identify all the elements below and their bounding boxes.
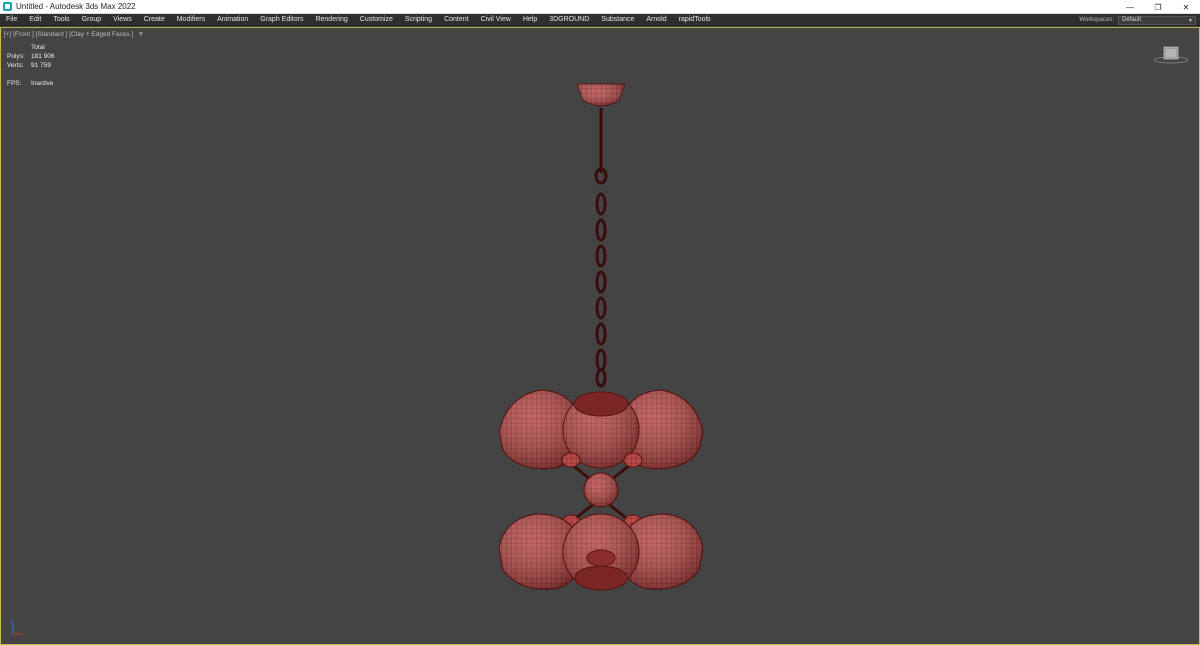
verts-value: 91 759	[31, 61, 51, 70]
app-logo-icon	[3, 2, 12, 11]
workspaces-control: Workspaces: Default ▼	[1079, 14, 1196, 26]
fps-value: Inactive	[31, 79, 53, 88]
viewport-label[interactable]: [+] [Front ] [Standard ] [Clay + Edged F…	[4, 31, 144, 38]
menu-help[interactable]: Help	[517, 14, 543, 26]
svg-text:z: z	[10, 619, 12, 624]
viewport-label-text: [+] [Front ] [Standard ] [Clay + Edged F…	[4, 31, 133, 38]
menu-3dground[interactable]: 3DGROUND	[543, 14, 595, 26]
chevron-down-icon: ▼	[1188, 18, 1193, 24]
front-viewport[interactable]: [+] [Front ] [Standard ] [Clay + Edged F…	[0, 27, 1200, 645]
menu-scripting[interactable]: Scripting	[399, 14, 438, 26]
restore-button[interactable]: ❐	[1144, 0, 1172, 14]
menu-bar: File Edit Tools Group Views Create Modif…	[0, 14, 1200, 26]
menu-rendering[interactable]: Rendering	[309, 14, 353, 26]
chandelier-model[interactable]	[481, 78, 731, 598]
stats-header: Total	[31, 43, 45, 52]
menu-create[interactable]: Create	[138, 14, 171, 26]
menu-graph-editors[interactable]: Graph Editors	[254, 14, 309, 26]
menu-animation[interactable]: Animation	[211, 14, 254, 26]
axis-tripod-icon: z x	[7, 618, 27, 638]
menu-content[interactable]: Content	[438, 14, 475, 26]
fps-label: FPS:	[7, 79, 31, 88]
verts-label: Verts:	[7, 61, 31, 70]
viewcube-icon[interactable]	[1153, 44, 1189, 64]
polys-value: 181 906	[31, 52, 55, 61]
menu-edit[interactable]: Edit	[23, 14, 47, 26]
filter-icon[interactable]: ▼	[137, 31, 144, 38]
app-window: Untitled - Autodesk 3ds Max 2022 — ❐ ✕ F…	[0, 0, 1200, 645]
menu-arnold[interactable]: Arnold	[640, 14, 672, 26]
menu-views[interactable]: Views	[107, 14, 138, 26]
menu-civil-view[interactable]: Civil View	[475, 14, 517, 26]
window-controls: — ❐ ✕	[1116, 0, 1200, 14]
polys-label: Polys:	[7, 52, 31, 61]
viewport-statistics: Total Polys: 181 906 Verts: 91 759 FPS: …	[7, 43, 55, 88]
window-title: Untitled - Autodesk 3ds Max 2022	[16, 2, 136, 11]
workspaces-label: Workspaces:	[1079, 17, 1114, 23]
workspace-select[interactable]: Default ▼	[1118, 16, 1196, 25]
menu-file[interactable]: File	[0, 14, 23, 26]
minimize-button[interactable]: —	[1116, 0, 1144, 14]
title-bar: Untitled - Autodesk 3ds Max 2022 — ❐ ✕	[0, 0, 1200, 14]
menu-substance[interactable]: Substance	[595, 14, 640, 26]
workspace-value: Default	[1122, 17, 1141, 23]
menu-group[interactable]: Group	[76, 14, 107, 26]
close-button[interactable]: ✕	[1172, 0, 1200, 14]
menu-tools[interactable]: Tools	[47, 14, 75, 26]
menu-modifiers[interactable]: Modifiers	[171, 14, 211, 26]
svg-text:x: x	[21, 633, 23, 638]
menu-rapidtools[interactable]: rapidTools	[673, 14, 717, 26]
menu-customize[interactable]: Customize	[354, 14, 399, 26]
